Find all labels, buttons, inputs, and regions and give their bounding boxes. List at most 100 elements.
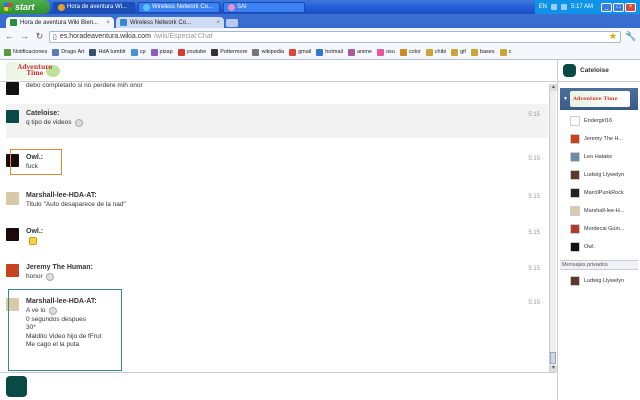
bookmark-label: gmail [298,49,312,55]
user-avatar[interactable] [6,82,19,95]
tab-close-icon[interactable]: × [106,20,110,26]
bookmark-item[interactable]: Pottermore [211,48,247,56]
bookmark-icon [52,48,60,56]
bookmark-item[interactable]: Notificaciones [4,48,47,56]
message-timestamp: 5:15 [528,194,540,200]
bookmark-item[interactable]: osu [376,48,395,56]
message-author[interactable]: Jeremy The Human: [26,264,548,271]
user-list-item[interactable]: Leo Hatake [558,148,640,166]
my-avatar [6,376,27,397]
bookmark-label: bases [479,49,495,55]
chat-input[interactable] [33,377,550,396]
message-timestamp: 5:15 [528,230,540,236]
room-header[interactable]: ▼ Adventure Time [560,88,638,110]
language-indicator[interactable]: EN [539,4,547,10]
message-author[interactable]: Owl.: [26,154,548,161]
user-list-item[interactable]: Marshall-lee-H... [558,202,640,220]
taskbar-item-wireless[interactable]: Wireless Network Co... [138,1,220,13]
back-arrow-icon[interactable]: ← [4,31,15,42]
user-name: MarcilPunkRock [584,190,624,196]
adventure-time-logo[interactable]: Adventure Time [6,61,64,80]
taskbar-item-sai[interactable]: SAI [223,1,305,13]
message-line: q tipo de videos [26,119,548,128]
message-text: q tipo de videos [26,119,72,126]
bookmark-icon [425,48,433,56]
user-name: Jeremy The H... [584,136,624,142]
user-list-item[interactable]: Owl. [558,238,640,256]
tab-label: Hora de aventura Wiki Bien... [20,19,99,26]
user-name: Mordecai Guin... [584,226,625,232]
forward-arrow-icon[interactable]: → [19,31,30,42]
bookmark-item[interactable]: bases [470,48,495,56]
highlight-box-marshall [8,289,122,371]
close-icon[interactable]: × [625,2,636,12]
chrome-icon [58,3,65,11]
bookmark-item[interactable]: HdA tumblr [89,48,126,56]
bookmark-item[interactable]: youtube [177,48,206,56]
emoticon-icon [74,119,83,128]
current-user[interactable]: Cateloise [558,60,640,82]
bookmark-item[interactable]: gif [451,48,466,56]
taskbar-item-browser[interactable]: Hora de aventura Wi... [53,1,135,13]
user-avatar[interactable] [6,228,19,241]
user-list-item[interactable]: MarcilPunkRock [558,184,640,202]
user-list-item[interactable]: Mordecai Guin... [558,220,640,238]
tab-wireless[interactable]: Wireless Network Co... × [116,17,224,28]
bookmark-label: pizap [159,49,173,55]
tab-hora-de-aventura[interactable]: Hora de aventura Wiki Bien... × [6,17,114,28]
user-list-item[interactable]: Ludwig Llywelyn [558,166,640,184]
message-author[interactable]: Cateloise: [26,110,548,117]
message-line: fuck [26,163,548,172]
bookmark-icon [252,48,260,56]
bookmark-item[interactable]: cp [130,48,146,56]
bookmark-item[interactable]: chibi [425,48,446,56]
message-line: debo completarlo si no perdere mih onor [26,82,548,91]
tab-close-icon[interactable]: × [216,20,220,26]
minimize-icon[interactable]: _ [601,2,612,12]
taskbar: start Hora de aventura Wi... Wireless Ne… [0,0,640,14]
bookmark-icon [89,48,97,56]
taskbar-item-label: Wireless Network Co... [152,4,214,10]
scroll-down-icon[interactable]: ▼ [550,365,557,372]
scroll-thumb[interactable] [550,352,556,364]
bookmark-item[interactable]: anime [347,48,372,56]
url-path: /wiki/Especial:Chat [153,33,213,40]
user-rail: Cateloise ▼ Adventure Time Endergirl16 Je… [557,60,640,400]
sai-icon [228,3,235,11]
taskbar-item-label: SAI [237,4,247,10]
user-list-item[interactable]: Ludwig Llywelyn [558,272,640,290]
bookmark-item[interactable]: c [499,48,511,56]
bookmark-icon [376,48,384,56]
bookmark-label: color [408,49,421,55]
bookmark-item[interactable]: Drago Art [52,48,84,56]
emoticon-icon [29,237,37,245]
scroll-up-icon[interactable]: ▲ [550,84,557,91]
bookmark-item[interactable]: gmail [289,48,312,56]
start-button[interactable]: start [0,0,50,14]
user-avatar[interactable] [6,192,19,205]
caret-down-icon[interactable]: ▼ [563,96,568,102]
volume-icon[interactable] [560,4,567,10]
chat-message: Cateloise: q tipo de videos 5:15 [6,104,548,138]
bookmark-item[interactable]: pizap [150,48,173,56]
user-list-item[interactable]: Jeremy The H... [558,130,640,148]
user-list-item[interactable]: Endergirl16 [558,112,640,130]
user-avatar[interactable] [6,264,19,277]
user-avatar[interactable] [6,110,19,123]
message-author[interactable]: Owl.: [26,228,548,235]
url-host: es.horadeaventura.wikia.com [59,33,151,40]
message-scrollbar[interactable]: ▲ ▼ [549,84,557,372]
bookmark-item[interactable]: color [399,48,421,56]
bookmark-item[interactable]: wikipedia [252,48,284,56]
user-avatar [570,188,580,198]
wrench-icon[interactable]: 🔧 [625,31,636,42]
tray-icon[interactable] [550,4,557,10]
address-bar[interactable]: ▯ es.horadeaventura.wikia.com/wiki/Espec… [49,30,621,43]
bookmark-icon [177,48,185,56]
message-author[interactable]: Marshall-lee-HDA-AT: [26,192,548,199]
new-tab-button[interactable] [226,19,238,27]
maximize-icon[interactable]: □ [613,2,624,12]
bookmark-item[interactable]: hotmail [316,48,343,56]
reload-icon[interactable]: ↻ [34,31,45,42]
bookmark-star-icon[interactable]: ★ [609,31,617,42]
